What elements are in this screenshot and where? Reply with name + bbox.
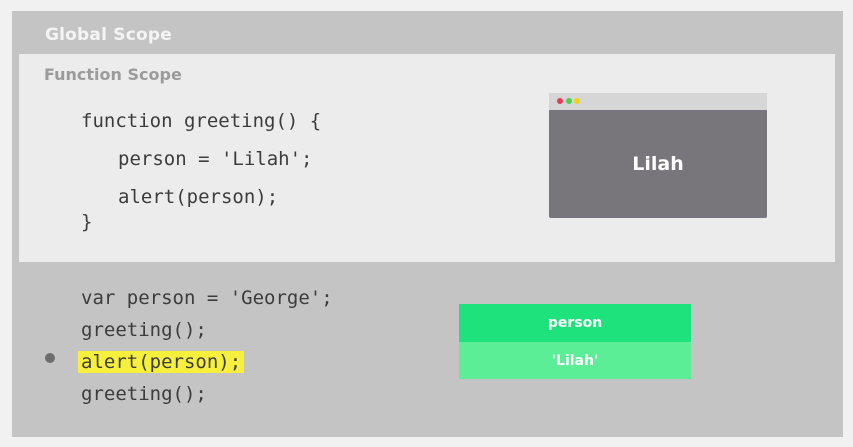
close-dot-icon <box>557 98 563 104</box>
global-code-line-1: var person = 'George'; <box>81 287 333 309</box>
global-code-line-3: alert(person); <box>78 350 245 374</box>
variable-value-cell: 'Lilah' <box>459 342 691 379</box>
browser-window: Lilah <box>549 93 767 218</box>
diagram-canvas: Global Scope Function Scope function gre… <box>0 0 853 447</box>
function-code-line-2: person = 'Lilah'; <box>118 148 313 170</box>
function-scope-title: Function Scope <box>44 65 182 84</box>
variable-memory-box: person 'Lilah' <box>459 304 691 379</box>
browser-alert-content: Lilah <box>632 153 684 175</box>
global-code-line-2: greeting(); <box>81 319 207 341</box>
global-code-line-4: greeting(); <box>81 383 207 405</box>
current-line-marker-icon <box>45 353 55 363</box>
maximize-dot-icon <box>566 98 572 104</box>
variable-name-cell: person <box>459 304 691 342</box>
browser-title-bar <box>549 93 767 110</box>
function-code-line-1: function greeting() { <box>81 110 322 132</box>
function-code-line-3: alert(person); <box>118 186 279 208</box>
highlighted-code: alert(person); <box>78 351 245 373</box>
function-code-line-4: } <box>81 211 93 233</box>
minimize-dot-icon <box>574 98 580 104</box>
global-scope-title: Global Scope <box>45 25 172 45</box>
function-scope-panel: Function Scope function greeting() { per… <box>19 54 835 262</box>
